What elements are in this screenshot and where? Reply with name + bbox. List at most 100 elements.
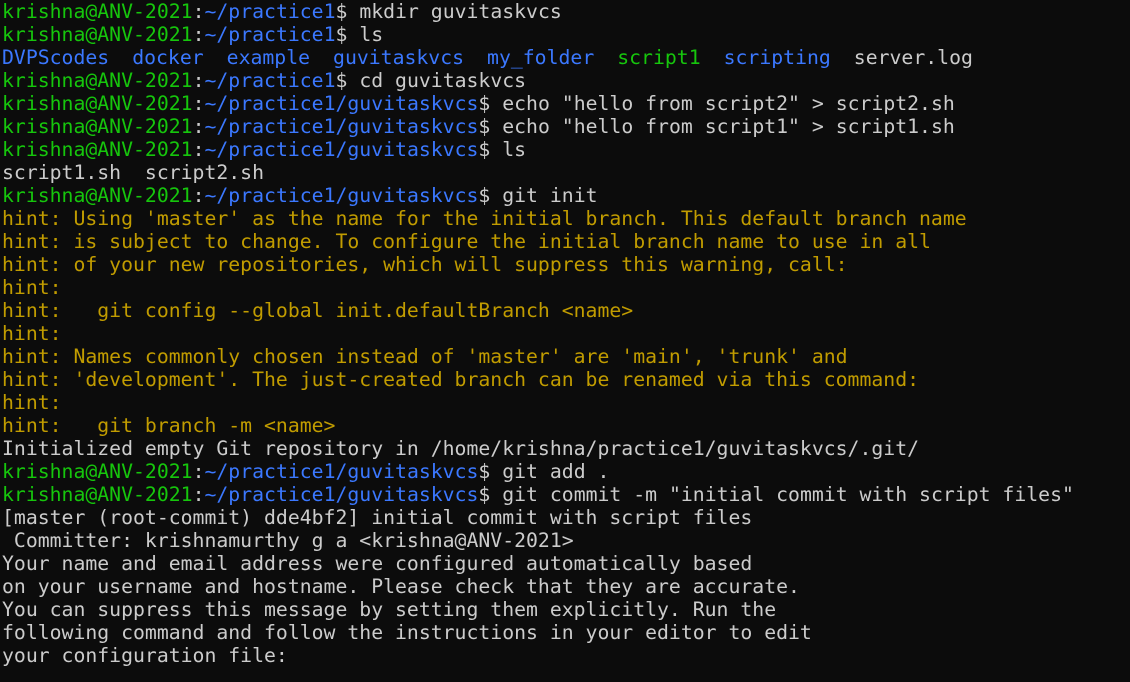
prompt-user: krishna@ANV-2021 (2, 92, 193, 115)
hint-text: hint: is subject to change. To configure… (2, 230, 931, 253)
prompt-user: krishna@ANV-2021 (2, 69, 193, 92)
prompt-sigil: $ (478, 138, 503, 161)
hint-text: hint: Using 'master' as the name for the… (2, 207, 967, 230)
output-text: following command and follow the instruc… (2, 621, 812, 644)
prompt-path: ~/practice1/guvitaskvcs (204, 138, 479, 161)
prompt-user: krishna@ANV-2021 (2, 23, 193, 46)
prompt-colon: : (192, 69, 205, 92)
output-line: [master (root-commit) dde4bf2] initial c… (2, 506, 1130, 529)
prompt-line: krishna@ANV-2021: ~/practice1/guvitaskvcs… (2, 115, 1130, 138)
directory-entry: DVPScodes (2, 46, 110, 69)
output-text: Your name and email address were configu… (2, 552, 753, 575)
output-text: your configuration file: (2, 644, 288, 667)
prompt-line: krishna@ANV-2021: ~/practice1/guvitaskvcs… (2, 460, 1130, 483)
output-line: Your name and email address were configu… (2, 552, 1130, 575)
prompt-colon: : (192, 184, 205, 207)
prompt-path: ~/practice1 (204, 0, 336, 23)
prompt-path: ~/practice1/guvitaskvcs (204, 483, 479, 506)
prompt-path: ~/practice1 (204, 23, 336, 46)
output-line: your configuration file: (2, 644, 1130, 667)
hint-line: hint: (2, 391, 1130, 414)
prompt-sigil: $ (335, 69, 360, 92)
output-text: Initialized empty Git repository in /hom… (2, 437, 920, 460)
prompt-line: krishna@ANV-2021: ~/practice1/guvitaskvcs… (2, 138, 1130, 161)
terminal-window[interactable]: krishna@ANV-2021: ~/practice1 $ mkdir guvi… (0, 0, 1130, 682)
output-text: You can suppress this message by setting… (2, 598, 777, 621)
hint-text: hint: (2, 276, 62, 299)
ls-output-line: DVPScodes docker example guvitaskvcs my_fold… (2, 46, 1130, 69)
hint-line: hint: git config --global init.defaultBr… (2, 299, 1130, 322)
hint-text: hint: (2, 322, 62, 345)
prompt-user: krishna@ANV-2021 (2, 460, 193, 483)
output-line: on your username and hostname. Please ch… (2, 575, 1130, 598)
prompt-user: krishna@ANV-2021 (2, 184, 193, 207)
hint-line: hint: 'development'. The just-created br… (2, 368, 1130, 391)
hint-text: hint: git branch -m <name> (2, 414, 336, 437)
directory-entry: docker (132, 46, 204, 69)
output-text: script1.sh script2.sh (2, 161, 265, 184)
file-entry: server.log (853, 46, 973, 69)
prompt-sigil: $ (335, 23, 360, 46)
command-text: git init (502, 184, 598, 207)
command-text: ls (359, 23, 384, 46)
output-text: [master (root-commit) dde4bf2] initial c… (2, 506, 753, 529)
prompt-path: ~/practice1/guvitaskvcs (204, 92, 479, 115)
hint-line: hint: git branch -m <name> (2, 414, 1130, 437)
hint-line: hint: Names commonly chosen instead of '… (2, 345, 1130, 368)
directory-entry: guvitaskvcs (333, 46, 465, 69)
prompt-sigil: $ (478, 184, 503, 207)
prompt-path: ~/practice1 (204, 69, 336, 92)
directory-entry: my_folder (487, 46, 595, 69)
command-text: git commit -m "initial commit with scrip… (502, 483, 1074, 506)
command-text: echo "hello from script1" > script1.sh (502, 115, 955, 138)
command-text: ls (502, 138, 527, 161)
prompt-path: ~/practice1/guvitaskvcs (204, 460, 479, 483)
prompt-sigil: $ (335, 0, 360, 23)
output-text: Committer: krishnamurthy g a <krishna@AN… (2, 529, 574, 552)
hint-text: hint: of your new repositories, which wi… (2, 253, 848, 276)
hint-text: hint: 'development'. The just-created br… (2, 368, 920, 391)
command-text: mkdir guvitaskvcs (359, 0, 562, 23)
prompt-line: krishna@ANV-2021: ~/practice1/guvitaskvcs… (2, 184, 1130, 207)
prompt-sigil: $ (478, 92, 503, 115)
command-text: echo "hello from script2" > script2.sh (502, 92, 955, 115)
output-line: following command and follow the instruc… (2, 621, 1130, 644)
directory-entry: example (226, 46, 311, 69)
prompt-line: krishna@ANV-2021: ~/practice1 $ ls (2, 23, 1130, 46)
prompt-sigil: $ (478, 460, 503, 483)
prompt-path: ~/practice1/guvitaskvcs (204, 184, 479, 207)
command-text: cd guvitaskvcs (359, 69, 527, 92)
executable-entry: script1 (617, 46, 701, 69)
hint-line: hint: is subject to change. To configure… (2, 230, 1130, 253)
prompt-line: krishna@ANV-2021: ~/practice1/guvitaskvcs… (2, 92, 1130, 115)
hint-line: hint: Using 'master' as the name for the… (2, 207, 1130, 230)
prompt-line: krishna@ANV-2021: ~/practice1 $ mkdir guvi… (2, 0, 1130, 23)
prompt-user: krishna@ANV-2021 (2, 115, 193, 138)
prompt-user: krishna@ANV-2021 (2, 483, 193, 506)
prompt-user: krishna@ANV-2021 (2, 0, 193, 23)
hint-text: hint: (2, 391, 62, 414)
prompt-colon: : (192, 92, 205, 115)
prompt-line: krishna@ANV-2021: ~/practice1 $ cd guvitas… (2, 69, 1130, 92)
prompt-colon: : (192, 483, 205, 506)
prompt-colon: : (192, 23, 205, 46)
hint-line: hint: of your new repositories, which wi… (2, 253, 1130, 276)
hint-line: hint: (2, 276, 1130, 299)
command-text: git add . (502, 460, 610, 483)
hint-text: hint: git config --global init.defaultBr… (2, 299, 634, 322)
prompt-colon: : (192, 138, 205, 161)
output-line: Committer: krishnamurthy g a <krishna@AN… (2, 529, 1130, 552)
output-line: Initialized empty Git repository in /hom… (2, 437, 1130, 460)
prompt-user: krishna@ANV-2021 (2, 138, 193, 161)
output-line: You can suppress this message by setting… (2, 598, 1130, 621)
prompt-colon: : (192, 0, 205, 23)
hint-line: hint: (2, 322, 1130, 345)
prompt-colon: : (192, 460, 205, 483)
hint-text: hint: Names commonly chosen instead of '… (2, 345, 848, 368)
prompt-path: ~/practice1/guvitaskvcs (204, 115, 479, 138)
prompt-line: krishna@ANV-2021: ~/practice1/guvitaskvcs… (2, 483, 1130, 506)
output-line: script1.sh script2.sh (2, 161, 1130, 184)
prompt-sigil: $ (478, 115, 503, 138)
prompt-sigil: $ (478, 483, 503, 506)
directory-entry: scripting (723, 46, 831, 69)
